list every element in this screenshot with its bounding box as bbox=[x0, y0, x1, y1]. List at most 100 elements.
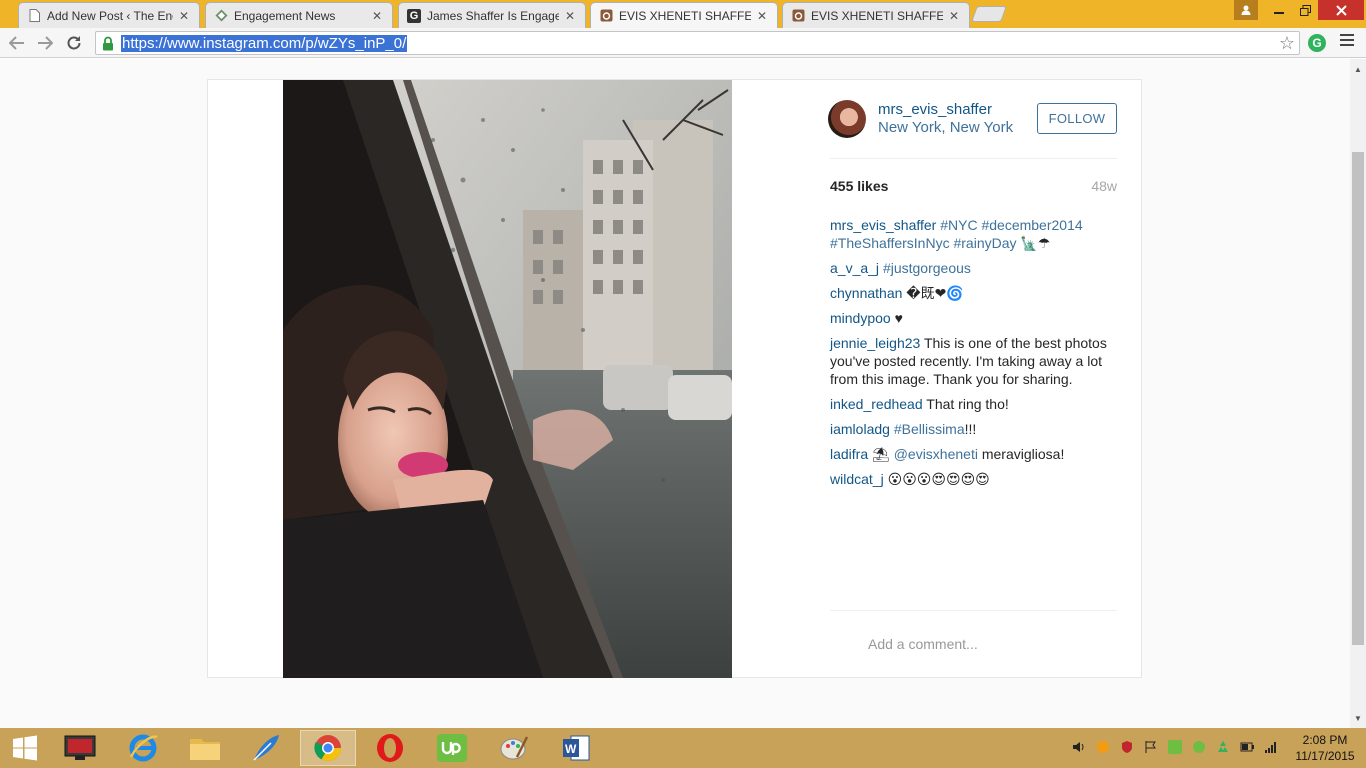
post-photo[interactable] bbox=[283, 80, 732, 678]
close-window-icon[interactable] bbox=[1318, 0, 1364, 20]
caption-emoji: 🗽☂ bbox=[1020, 235, 1051, 251]
list-item: iamloladg #Bellissima!!! bbox=[830, 420, 1110, 438]
tab-james-shaffer[interactable]: G James Shaffer Is Engaged ✕ bbox=[398, 2, 586, 28]
internet-explorer-icon[interactable] bbox=[115, 730, 171, 766]
post-card: mrs_evis_shaffer New York, New York FOLL… bbox=[207, 79, 1142, 678]
windows-start-icon[interactable] bbox=[0, 730, 50, 766]
recycle-icon[interactable] bbox=[1216, 740, 1230, 757]
tab-title: EVIS XHENETI SHAFFER o bbox=[811, 8, 943, 23]
user-profile-icon[interactable] bbox=[1234, 0, 1258, 20]
list-item: ladifra ⛱ @evisxheneti meravigliosa! bbox=[830, 445, 1110, 463]
new-tab-button[interactable] bbox=[971, 6, 1007, 22]
comment-username[interactable]: wildcat_j bbox=[830, 471, 884, 487]
upwork-tray-icon[interactable] bbox=[1192, 740, 1206, 757]
comment-mention[interactable]: @evisxheneti bbox=[894, 446, 978, 462]
chrome-menu-icon[interactable] bbox=[1340, 32, 1354, 52]
comment-text: ♥ bbox=[894, 310, 903, 326]
divider bbox=[830, 158, 1117, 159]
scroll-down-arrow-icon[interactable]: ▼ bbox=[1350, 710, 1366, 726]
comment-username[interactable]: iamloladg bbox=[830, 421, 890, 437]
tab-title: EVIS XHENETI SHAFFER o bbox=[619, 8, 751, 23]
wifi-signal-icon[interactable] bbox=[1264, 740, 1278, 757]
word-icon[interactable]: W bbox=[548, 730, 604, 766]
clock-date: 11/17/2015 bbox=[1295, 749, 1355, 763]
instagram-icon bbox=[791, 9, 805, 23]
browser-toolbar: https://www.instagram.com/p/wZYs_inP_0/ … bbox=[0, 28, 1366, 58]
bookmark-star-icon[interactable]: ☆ bbox=[1279, 33, 1295, 54]
post-username[interactable]: mrs_evis_shaffer bbox=[878, 101, 992, 118]
tab-title: Add New Post ‹ The Engag bbox=[47, 8, 173, 23]
list-item: wildcat_j 😮😮😮😍😍😍😍 bbox=[830, 470, 1110, 488]
comment-username[interactable]: ladifra bbox=[830, 446, 868, 462]
paint-icon[interactable] bbox=[486, 730, 542, 766]
post-sidebar: mrs_evis_shaffer New York, New York FOLL… bbox=[828, 80, 1118, 678]
remote-desktop-icon[interactable] bbox=[52, 730, 108, 766]
scroll-thumb[interactable] bbox=[1352, 152, 1364, 645]
comment-text: That ring tho! bbox=[926, 396, 1009, 412]
tab-evis-xheneti-active[interactable]: EVIS XHENETI SHAFFER o ✕ bbox=[590, 2, 778, 28]
post-location[interactable]: New York, New York bbox=[878, 119, 1013, 136]
close-tab-icon[interactable]: ✕ bbox=[563, 9, 577, 23]
file-explorer-icon[interactable] bbox=[177, 730, 233, 766]
post-age[interactable]: 48w bbox=[1091, 178, 1117, 194]
clock-time: 2:08 PM bbox=[1302, 733, 1348, 747]
battery-icon[interactable] bbox=[1240, 740, 1254, 757]
taskbar-clock[interactable]: 2:08 PM 11/17/2015 bbox=[1290, 732, 1360, 764]
reload-icon[interactable] bbox=[63, 32, 85, 54]
upwork-icon[interactable] bbox=[424, 730, 480, 766]
document-icon bbox=[27, 9, 41, 23]
opera-icon[interactable] bbox=[362, 730, 418, 766]
comment-text: !!! bbox=[964, 421, 977, 437]
close-tab-icon[interactable]: ✕ bbox=[177, 9, 191, 23]
close-tab-icon[interactable]: ✕ bbox=[947, 9, 961, 23]
minimize-icon[interactable] bbox=[1266, 0, 1292, 20]
diamond-icon bbox=[214, 9, 228, 23]
scroll-up-arrow-icon[interactable]: ▲ bbox=[1350, 61, 1366, 77]
comment-text: �既❤🌀 bbox=[906, 285, 964, 301]
comment-text: 😮😮😮😍😍😍😍 bbox=[887, 471, 990, 487]
comment-hashtag[interactable]: #justgorgeous bbox=[883, 260, 971, 276]
caption: mrs_evis_shaffer #NYC #december2014 #The… bbox=[830, 216, 1110, 252]
add-comment-input[interactable]: Add a comment... bbox=[868, 636, 978, 652]
grammarly-extension-icon[interactable]: G bbox=[1308, 34, 1326, 52]
close-tab-icon[interactable]: ✕ bbox=[370, 9, 384, 23]
comment-username[interactable]: chynnathan bbox=[830, 285, 902, 301]
tab-title: Engagement News bbox=[234, 8, 336, 23]
url-text[interactable]: https://www.instagram.com/p/wZYs_inP_0/ bbox=[121, 35, 408, 52]
comment-username[interactable]: mrs_evis_shaffer bbox=[830, 217, 936, 233]
list-item: mindypoo ♥ bbox=[830, 309, 1110, 327]
back-arrow-icon[interactable] bbox=[6, 32, 28, 54]
comment-hashtag[interactable]: #Bellissima bbox=[894, 421, 965, 437]
instagram-page: mrs_evis_shaffer New York, New York FOLL… bbox=[0, 59, 1350, 728]
svg-text:W: W bbox=[565, 742, 577, 756]
comment-username[interactable]: inked_redhead bbox=[830, 396, 923, 412]
g-letter-icon: G bbox=[407, 8, 421, 23]
tab-evis-xheneti[interactable]: EVIS XHENETI SHAFFER o ✕ bbox=[782, 2, 970, 28]
avatar[interactable] bbox=[828, 100, 866, 138]
comment-username[interactable]: mindypoo bbox=[830, 310, 891, 326]
list-item: chynnathan �既❤🌀 bbox=[830, 284, 1110, 302]
shield-icon[interactable] bbox=[1120, 740, 1134, 757]
browser-tab-strip: Add New Post ‹ The Engag ✕ Engagement Ne… bbox=[0, 0, 1366, 28]
list-item: inked_redhead That ring tho! bbox=[830, 395, 1110, 413]
upwork-tray-icon[interactable] bbox=[1168, 740, 1182, 757]
close-tab-icon[interactable]: ✕ bbox=[755, 9, 769, 23]
feather-app-icon[interactable] bbox=[238, 730, 294, 766]
comment-username[interactable]: jennie_leigh23 bbox=[830, 335, 920, 351]
page-scrollbar[interactable]: ▲ ▼ bbox=[1350, 59, 1366, 728]
forward-arrow-icon[interactable] bbox=[34, 32, 56, 54]
follow-button[interactable]: FOLLOW bbox=[1037, 103, 1117, 134]
tab-add-new-post[interactable]: Add New Post ‹ The Engag ✕ bbox=[18, 2, 200, 28]
address-bar[interactable]: https://www.instagram.com/p/wZYs_inP_0/ … bbox=[95, 31, 1300, 55]
chrome-icon[interactable] bbox=[300, 730, 356, 766]
likes-count[interactable]: 455 likes bbox=[830, 178, 888, 194]
instagram-icon bbox=[599, 9, 613, 23]
volume-icon[interactable] bbox=[1072, 740, 1086, 757]
divider bbox=[830, 610, 1117, 611]
tab-engagement-news[interactable]: Engagement News ✕ bbox=[205, 2, 393, 28]
tray-app-icon[interactable] bbox=[1096, 740, 1110, 757]
comment-username[interactable]: a_v_a_j bbox=[830, 260, 879, 276]
windows-taskbar: W 2:08 PM 11/17/2015 bbox=[0, 728, 1366, 768]
restore-icon[interactable] bbox=[1292, 0, 1318, 20]
action-center-flag-icon[interactable] bbox=[1144, 740, 1158, 757]
